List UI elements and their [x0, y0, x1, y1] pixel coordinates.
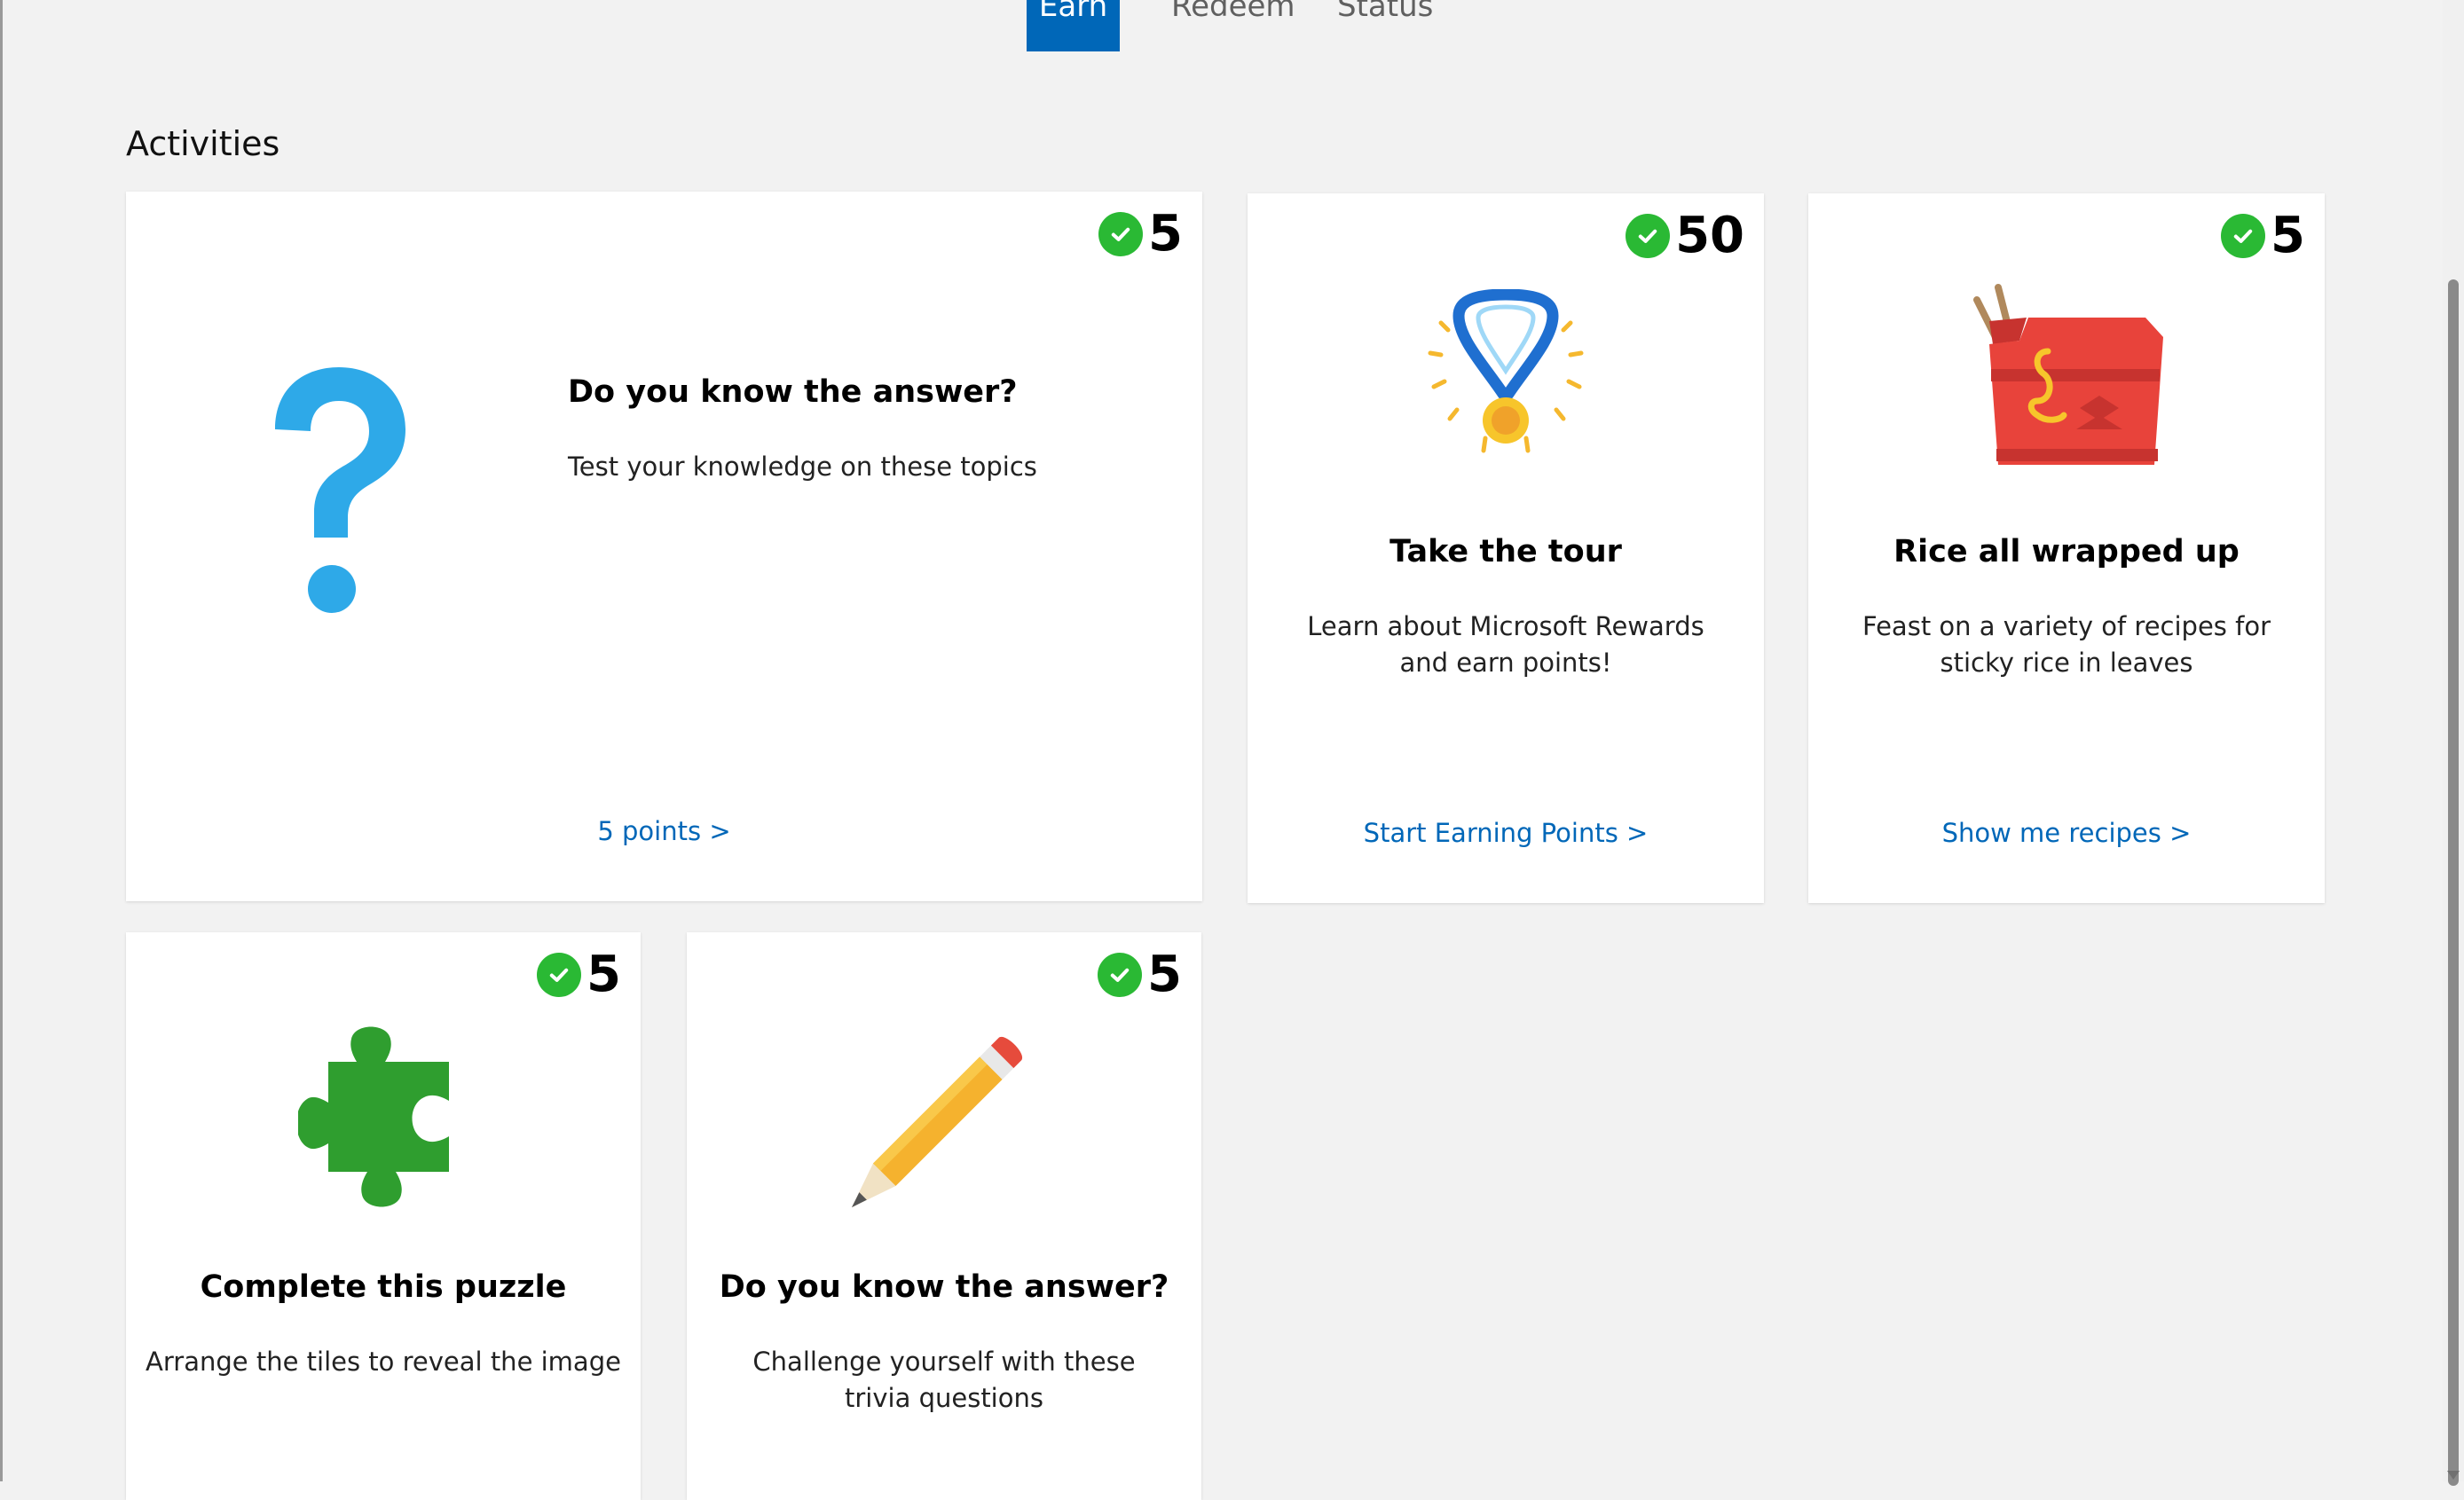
points-badge: 5 — [2221, 209, 2305, 263]
card-description: Feast on a variety of recipes for sticky… — [1862, 611, 2271, 678]
scrollbar-thumb[interactable] — [2448, 279, 2459, 1486]
card-description: Test your knowledge on these topics — [568, 452, 1037, 482]
check-icon — [2221, 214, 2266, 258]
points-badge: 5 — [537, 948, 621, 1001]
tab-earn[interactable]: Earn — [1027, 0, 1120, 51]
activity-card-tour[interactable]: 50 Take the tour Learn about Microsoft R… — [1248, 193, 1764, 903]
points-badge: 5 — [1098, 208, 1183, 261]
activity-card-trivia[interactable]: 5 Do you know the answer? Challenge your… — [687, 932, 1201, 1500]
card-title: Do you know the answer? — [568, 374, 1018, 410]
card-description: Arrange the tiles to reveal the image — [146, 1347, 621, 1377]
check-icon — [1098, 953, 1143, 997]
card-description: Challenge yourself with these trivia que… — [752, 1347, 1136, 1413]
card-title: Rice all wrapped up — [1893, 534, 2240, 569]
question-mark-icon — [275, 367, 405, 613]
window-edge — [0, 0, 3, 1481]
points-badge: 50 — [1626, 209, 1744, 263]
section-title: Activities — [126, 124, 280, 163]
card-description: Learn about Microsoft Rewards and earn p… — [1307, 611, 1704, 678]
check-icon — [537, 953, 582, 997]
card-title: Take the tour — [1389, 534, 1622, 569]
scrollbar[interactable] — [2443, 0, 2464, 1486]
activity-card-quiz[interactable]: 5 Do you know the answer? Test your know… — [126, 192, 1202, 901]
tab-redeem[interactable]: Redeem — [1171, 0, 1295, 43]
takeout-box-icon — [1973, 284, 2163, 465]
points-value: 5 — [2271, 207, 2305, 264]
points-value: 5 — [1148, 205, 1183, 263]
card-title: Do you know the answer? — [719, 1269, 1169, 1305]
points-value: 50 — [1675, 207, 1744, 264]
check-icon — [1098, 212, 1144, 256]
check-icon — [1626, 214, 1671, 258]
activity-card-puzzle[interactable]: 5 Complete this puzzle Arrange the tiles… — [126, 932, 641, 1500]
card-link[interactable]: Show me recipes > — [1808, 818, 2325, 848]
tab-status[interactable]: Status — [1337, 0, 1433, 43]
points-badge: 5 — [1098, 948, 1182, 1001]
puzzle-piece-icon — [298, 1026, 449, 1207]
medal-icon — [1428, 289, 1584, 453]
card-link[interactable]: 5 points > — [126, 816, 1202, 846]
pencil-icon — [851, 1036, 1023, 1208]
scroll-down-arrow-icon[interactable] — [2447, 1471, 2460, 1480]
card-link[interactable]: Start Earning Points > — [1248, 818, 1764, 848]
activity-card-recipes[interactable]: 5 Rice all wrapped up Feast on a variety… — [1808, 193, 2325, 903]
points-value: 5 — [586, 946, 621, 1003]
card-title: Complete this puzzle — [200, 1269, 567, 1305]
points-value: 5 — [1147, 946, 1182, 1003]
